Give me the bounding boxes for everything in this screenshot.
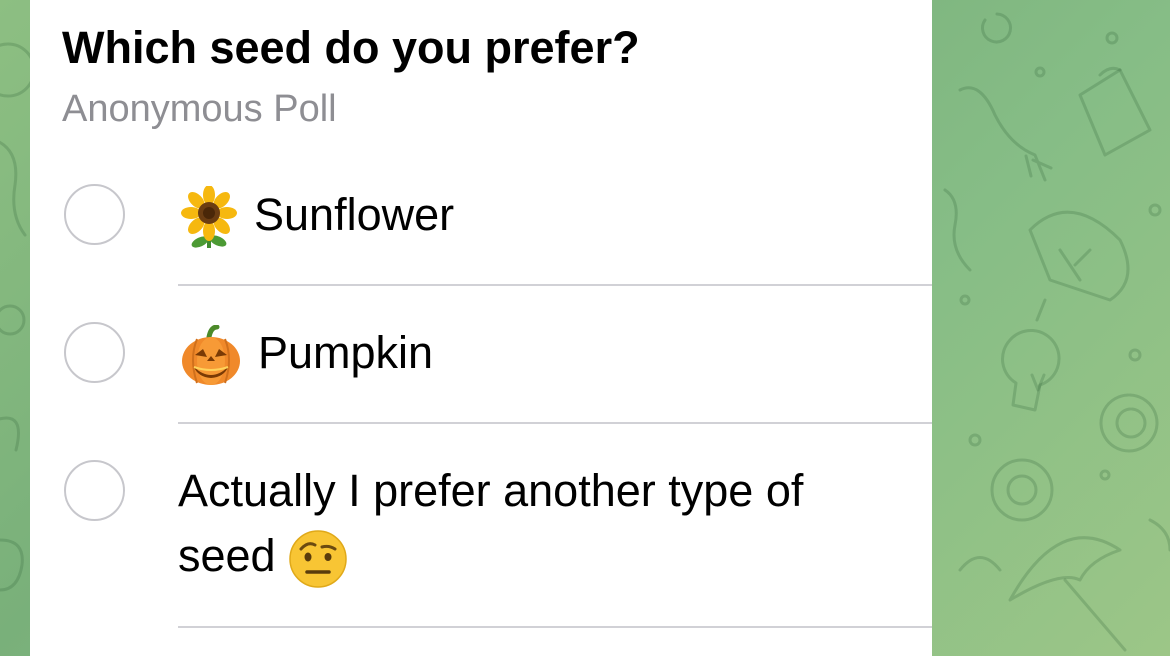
poll-option-another-seed[interactable]: Actually I prefer another type of seed bbox=[30, 423, 932, 628]
face-with-raised-eyebrow-icon bbox=[288, 530, 347, 588]
radio-button[interactable] bbox=[64, 460, 125, 521]
poll-question: Which seed do you prefer? bbox=[62, 22, 640, 73]
poll-option-pumpkin[interactable]: Pumpkin bbox=[30, 285, 932, 424]
poll-type-label: Anonymous Poll bbox=[62, 88, 337, 130]
option-label-line-1: Actually I prefer another type of bbox=[178, 465, 804, 516]
sunflower-icon bbox=[181, 186, 237, 249]
radio-button[interactable] bbox=[64, 184, 125, 245]
option-divider bbox=[178, 626, 932, 628]
jack-o-lantern-icon bbox=[182, 325, 240, 386]
radio-button[interactable] bbox=[64, 322, 125, 383]
option-label: Pumpkin bbox=[258, 327, 434, 378]
poll-option-sunflower[interactable]: Sunflower bbox=[30, 150, 932, 286]
option-label-line-2: seed bbox=[178, 530, 276, 581]
option-label: Sunflower bbox=[254, 189, 455, 240]
poll-message-card: Which seed do you prefer? Anonymous Poll bbox=[30, 0, 932, 656]
